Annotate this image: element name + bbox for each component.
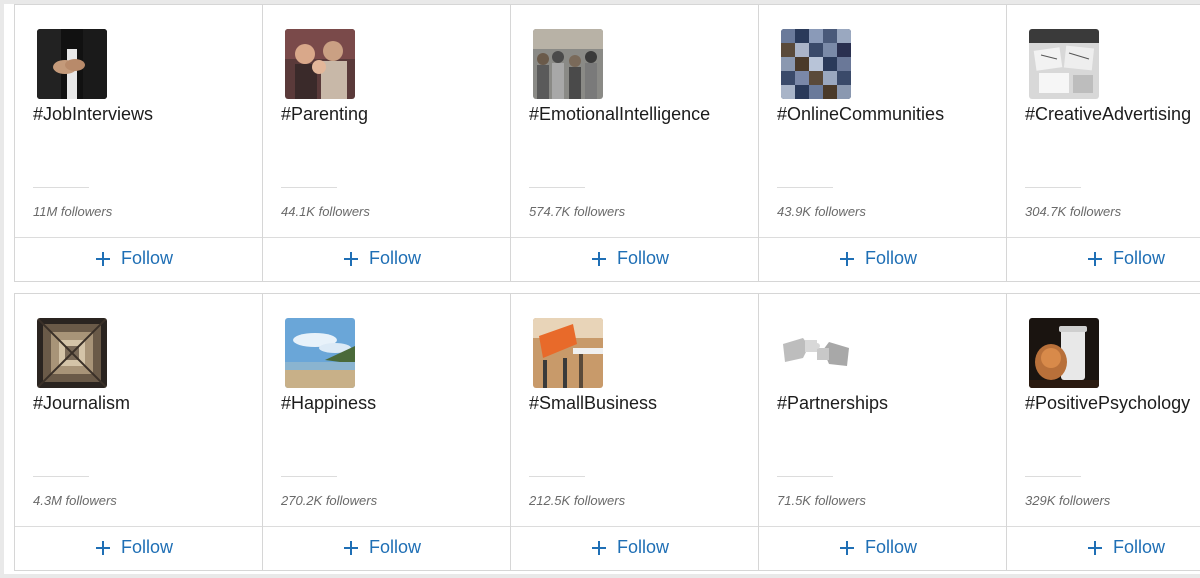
- plus-icon: [95, 251, 111, 267]
- plus-icon: [839, 251, 855, 267]
- follow-button[interactable]: Follow: [1087, 537, 1165, 558]
- plus-icon: [95, 540, 111, 556]
- card-actions: Follow: [15, 526, 262, 570]
- hashtag-name[interactable]: #OnlineCommunities: [777, 104, 944, 125]
- hashtag-name[interactable]: #SmallBusiness: [529, 393, 657, 414]
- follow-label: Follow: [1113, 248, 1166, 268]
- divider: [777, 187, 833, 188]
- follow-button[interactable]: Follow: [343, 537, 421, 558]
- follower-count: 270.2K followers: [281, 493, 378, 508]
- card-actions: Follow: [1007, 526, 1200, 570]
- follow-button[interactable]: Follow: [95, 537, 173, 558]
- divider: [777, 476, 833, 477]
- puzzle-hands-thumbnail[interactable]: [781, 318, 851, 388]
- crowd-photo-thumbnail[interactable]: [533, 29, 603, 99]
- hashtag-name[interactable]: #EmotionalIntelligence: [529, 104, 710, 125]
- hashtag-card-journalism: #Journalism 4.3M followers Follow: [15, 294, 263, 570]
- hashtag-name[interactable]: #CreativeAdvertising: [1025, 104, 1191, 125]
- plus-icon: [591, 251, 607, 267]
- desk-sketches-thumbnail[interactable]: [1029, 29, 1099, 99]
- divider: [1025, 187, 1081, 188]
- hashtag-name[interactable]: #Happiness: [281, 393, 376, 414]
- follow-label: Follow: [865, 248, 918, 268]
- card-actions: Follow: [759, 237, 1006, 281]
- follow-button[interactable]: Follow: [839, 537, 917, 558]
- follower-count: 11M followers: [33, 204, 113, 219]
- follow-label: Follow: [617, 537, 670, 557]
- hashtag-card-positive-psychology: #PositivePsychology 329K followers Follo…: [1007, 294, 1200, 570]
- beach-sky-thumbnail[interactable]: [285, 318, 355, 388]
- divider: [529, 476, 585, 477]
- office-chair-thumbnail[interactable]: [533, 318, 603, 388]
- hashtag-name[interactable]: #JobInterviews: [33, 104, 153, 125]
- follow-button[interactable]: Follow: [95, 248, 173, 269]
- follower-count: 212.5K followers: [529, 493, 626, 508]
- follow-button[interactable]: Follow: [591, 248, 669, 269]
- hashtag-row-2: #Journalism 4.3M followers Follow #Happi…: [14, 293, 1200, 571]
- follow-label: Follow: [617, 248, 670, 268]
- newspapers-thumbnail[interactable]: [37, 318, 107, 388]
- plus-icon: [343, 540, 359, 556]
- hashtag-card-job-interviews: #JobInterviews 11M followers Follow: [15, 5, 263, 281]
- hashtag-card-online-communities: #OnlineCommunities 43.9K followers Follo…: [759, 5, 1007, 281]
- hashtag-name[interactable]: #PositivePsychology: [1025, 393, 1190, 414]
- hashtag-card-happiness: #Happiness 270.2K followers Follow: [263, 294, 511, 570]
- follow-label: Follow: [865, 537, 918, 557]
- divider: [281, 476, 337, 477]
- card-actions: Follow: [759, 526, 1006, 570]
- follower-count: 44.1K followers: [281, 204, 370, 219]
- follow-button[interactable]: Follow: [839, 248, 917, 269]
- hashtag-card-parenting: #Parenting 44.1K followers Follow: [263, 5, 511, 281]
- card-actions: Follow: [263, 237, 510, 281]
- card-actions: Follow: [511, 526, 758, 570]
- hashtag-grid: #JobInterviews 11M followers Follow #Par…: [4, 4, 1200, 574]
- family-photo-thumbnail[interactable]: [285, 29, 355, 99]
- plus-icon: [1087, 251, 1103, 267]
- plus-icon: [839, 540, 855, 556]
- hashtag-name[interactable]: #Partnerships: [777, 393, 888, 414]
- follower-count: 43.9K followers: [777, 204, 866, 219]
- plus-icon: [343, 251, 359, 267]
- plus-icon: [1087, 540, 1103, 556]
- follow-button[interactable]: Follow: [1087, 248, 1165, 269]
- divider: [281, 187, 337, 188]
- follow-label: Follow: [1113, 537, 1166, 557]
- handshake-photo-thumbnail[interactable]: [37, 29, 107, 99]
- follower-count: 71.5K followers: [777, 493, 866, 508]
- divider: [33, 187, 89, 188]
- card-actions: Follow: [263, 526, 510, 570]
- divider: [529, 187, 585, 188]
- follower-count: 574.7K followers: [529, 204, 626, 219]
- divider: [33, 476, 89, 477]
- follower-count: 304.7K followers: [1025, 204, 1122, 219]
- follow-label: Follow: [121, 248, 174, 268]
- card-actions: Follow: [1007, 237, 1200, 281]
- follow-label: Follow: [369, 248, 422, 268]
- hashtag-card-emotional-intelligence: #EmotionalIntelligence 574.7K followers …: [511, 5, 759, 281]
- follow-button[interactable]: Follow: [343, 248, 421, 269]
- divider: [1025, 476, 1081, 477]
- hashtag-card-creative-advertising: #CreativeAdvertising 304.7K followers Fo…: [1007, 5, 1200, 281]
- plus-icon: [591, 540, 607, 556]
- card-actions: Follow: [511, 237, 758, 281]
- follower-count: 4.3M followers: [33, 493, 117, 508]
- hashtag-name[interactable]: #Parenting: [281, 104, 368, 125]
- hashtag-card-small-business: #SmallBusiness 212.5K followers Follow: [511, 294, 759, 570]
- follower-count: 329K followers: [1025, 493, 1111, 508]
- card-actions: Follow: [15, 237, 262, 281]
- hashtag-row-1: #JobInterviews 11M followers Follow #Par…: [14, 4, 1200, 282]
- follow-label: Follow: [121, 537, 174, 557]
- hashtag-name[interactable]: #Journalism: [33, 393, 130, 414]
- people-mosaic-thumbnail[interactable]: [781, 29, 851, 99]
- hashtag-card-partnerships: #Partnerships 71.5K followers Follow: [759, 294, 1007, 570]
- follow-button[interactable]: Follow: [591, 537, 669, 558]
- coffee-cup-thumbnail[interactable]: [1029, 318, 1099, 388]
- follow-label: Follow: [369, 537, 422, 557]
